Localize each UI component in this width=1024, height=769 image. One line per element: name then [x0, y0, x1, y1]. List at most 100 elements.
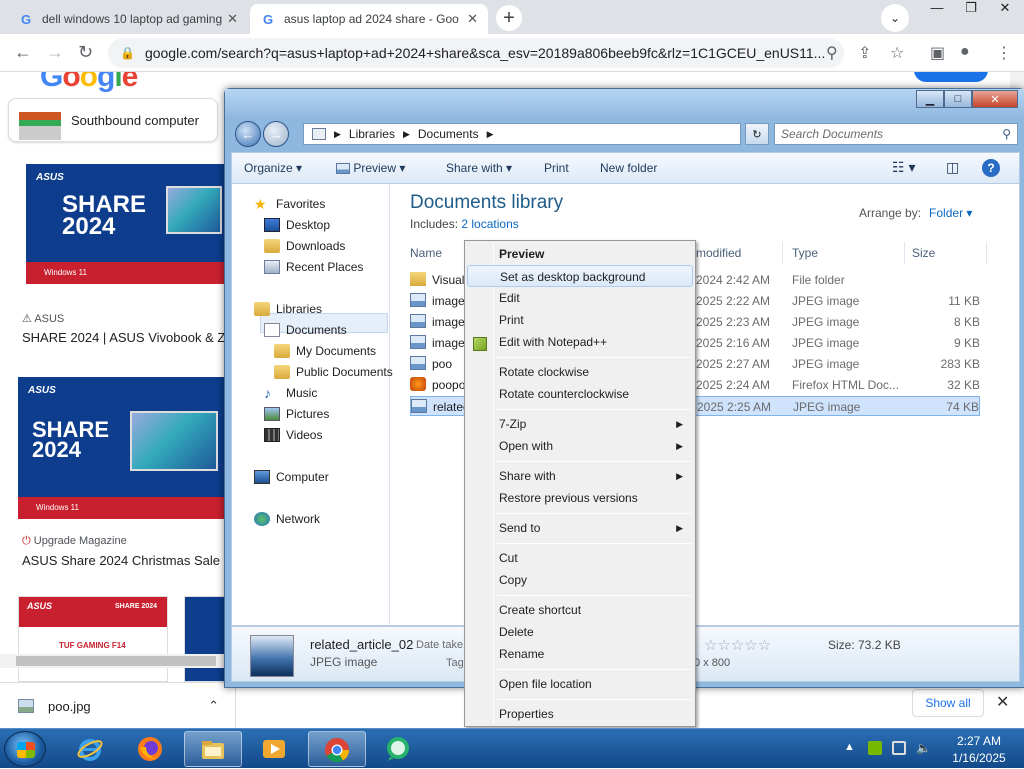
explorer-close-button[interactable]: ✕ [972, 90, 1018, 108]
taskbar-media-player[interactable] [246, 731, 304, 767]
nav-pictures[interactable]: Pictures [264, 407, 329, 421]
menu-item-print[interactable]: Print [467, 309, 693, 331]
zoom-icon[interactable]: ⚲ [826, 43, 838, 63]
close-window-button[interactable]: ✕ [988, 0, 1022, 18]
horizontal-scrollbar[interactable] [0, 654, 232, 668]
scroll-thumb[interactable] [16, 656, 216, 666]
nav-computer[interactable]: Computer [254, 470, 329, 484]
nav-downloads[interactable]: Downloads [264, 239, 345, 253]
tab-search-button[interactable]: ⌄ [881, 4, 909, 32]
new-folder-button[interactable]: New folder [600, 161, 657, 175]
start-button[interactable] [4, 731, 46, 767]
breadcrumb-libraries[interactable]: Libraries [349, 127, 395, 141]
menu-item-rotate-clockwise[interactable]: Rotate clockwise [467, 361, 693, 383]
nav-public-documents[interactable]: Public Documents [274, 365, 393, 379]
column-divider[interactable] [782, 242, 783, 264]
column-header-size[interactable]: Size [912, 246, 935, 260]
show-hidden-icons-icon[interactable]: ▲ [844, 741, 858, 755]
preview-button[interactable]: Preview ▾ [336, 161, 405, 175]
chrome-menu-icon[interactable]: ⋮ [996, 43, 1012, 63]
nav-documents[interactable]: Documents [264, 323, 347, 337]
breadcrumb-documents[interactable]: Documents [418, 127, 479, 141]
menu-item-delete[interactable]: Delete [467, 621, 693, 643]
minimize-button[interactable]: — [920, 0, 954, 18]
view-options-icon[interactable]: ☷ ▾ [892, 159, 915, 176]
search-icon[interactable]: ⚲ [1002, 127, 1011, 141]
nav-music[interactable]: ♪ Music [264, 386, 317, 400]
explorer-minimize-button[interactable]: ▁ [916, 90, 944, 108]
result-title[interactable]: ASUS Share 2024 Christmas Sale la [22, 553, 234, 568]
taskbar-chat-app[interactable] [370, 731, 428, 767]
show-all-button[interactable]: Show all [912, 689, 984, 717]
chevron-up-icon[interactable]: ⌃ [208, 698, 219, 714]
related-chip-southbound[interactable]: Southbound computer [8, 98, 218, 142]
tab-close-icon[interactable]: ✕ [227, 11, 238, 27]
help-icon[interactable]: ? [982, 159, 1000, 177]
taskbar-file-explorer[interactable] [184, 731, 242, 767]
breadcrumb-separator-icon[interactable]: ▶ [334, 129, 341, 140]
profile-avatar-icon[interactable]: ● [960, 43, 970, 61]
result-image-tuf[interactable]: ASUS SHARE 2024 TUF GAMING F14 [18, 596, 168, 682]
refresh-button[interactable]: ↻ [745, 123, 769, 145]
menu-item-copy[interactable]: Copy [467, 569, 693, 591]
restore-button[interactable]: ❐ [954, 0, 988, 18]
menu-item-create-shortcut[interactable]: Create shortcut [467, 599, 693, 621]
menu-item-open-with[interactable]: Open with ▶ [467, 435, 693, 457]
share-icon[interactable]: ⇪ [858, 43, 871, 63]
menu-item-properties[interactable]: Properties [467, 703, 693, 725]
forward-icon[interactable]: → [263, 121, 289, 147]
menu-item-cut[interactable]: Cut [467, 547, 693, 569]
new-tab-button[interactable]: + [496, 5, 522, 31]
explorer-titlebar[interactable]: ▁ □ ✕ [225, 89, 1024, 119]
menu-item-rotate-counterclockwise[interactable]: Rotate counterclockwise [467, 383, 693, 405]
forward-icon[interactable]: → [46, 42, 64, 63]
rating-stars[interactable]: ☆☆☆☆☆ [704, 636, 771, 654]
arrange-value[interactable]: Folder ▾ [929, 206, 972, 220]
menu-item-edit[interactable]: Edit [467, 287, 693, 309]
column-divider[interactable] [986, 242, 987, 264]
nav-network[interactable]: Network [254, 512, 320, 526]
menu-item-send-to[interactable]: Send to ▶ [467, 517, 693, 539]
taskbar-firefox[interactable] [122, 731, 180, 767]
menu-item-rename[interactable]: Rename [467, 643, 693, 665]
menu-item-preview[interactable]: Preview [467, 243, 693, 265]
reload-icon[interactable]: ↻ [78, 42, 93, 63]
result-image-asus-share[interactable]: ASUS SHARE 2024 Windows 11 [26, 164, 226, 284]
explorer-address-bar[interactable]: ▶ Libraries ▶ Documents ▶ ▼ [303, 123, 807, 145]
menu-item-open-file-location[interactable]: Open file location [467, 673, 693, 695]
volume-muted-icon[interactable]: 🔈 [916, 741, 931, 755]
nav-desktop[interactable]: Desktop [264, 218, 330, 232]
share-with-button[interactable]: Share with ▾ [446, 161, 512, 175]
network-status-icon[interactable] [892, 741, 906, 755]
lock-icon[interactable]: 🔒 [120, 46, 135, 60]
result-source[interactable]: ⏻ Upgrade Magazine [22, 535, 127, 548]
back-icon[interactable]: ← [14, 42, 32, 63]
column-header-name[interactable]: Name [410, 246, 442, 260]
explorer-maximize-button[interactable]: □ [944, 90, 972, 108]
breadcrumb-separator-icon[interactable]: ▶ [403, 129, 410, 140]
nav-my-documents[interactable]: My Documents [274, 344, 376, 358]
side-panel-icon[interactable]: ▣ [930, 43, 945, 63]
print-button[interactable]: Print [544, 161, 569, 175]
taskbar-internet-explorer[interactable] [62, 731, 120, 767]
clock-date[interactable]: 1/16/2025 [944, 751, 1014, 765]
nvidia-icon[interactable] [868, 741, 882, 755]
nav-recent-places[interactable]: Recent Places [264, 260, 363, 274]
nav-favorites[interactable]: ★ Favorites [254, 197, 325, 211]
locations-link[interactable]: 2 locations [461, 217, 518, 231]
breadcrumb-separator-icon[interactable]: ▶ [487, 129, 494, 140]
nav-videos[interactable]: Videos [264, 428, 322, 442]
download-item[interactable]: poo.jpg ⌃ [0, 683, 236, 729]
bookmark-star-icon[interactable]: ☆ [890, 43, 904, 63]
menu-item-restore-previous-versions[interactable]: Restore previous versions [467, 487, 693, 509]
result-source[interactable]: ⚠ ASUS [22, 312, 64, 325]
taskbar-chrome[interactable] [308, 731, 366, 767]
menu-item-set-desktop-background[interactable]: Set as desktop background [467, 265, 693, 287]
column-header-type[interactable]: Type [792, 246, 818, 260]
search-documents-input[interactable]: Search Documents ⚲ [774, 123, 1018, 145]
close-icon[interactable]: ✕ [996, 692, 1009, 712]
preview-pane-icon[interactable]: ◫ [946, 159, 959, 176]
column-header-modified[interactable]: modified [696, 246, 741, 260]
address-bar[interactable]: 🔒 google.com/search?q=asus+laptop+ad+202… [108, 38, 844, 68]
organize-button[interactable]: Organize ▾ [244, 161, 302, 175]
